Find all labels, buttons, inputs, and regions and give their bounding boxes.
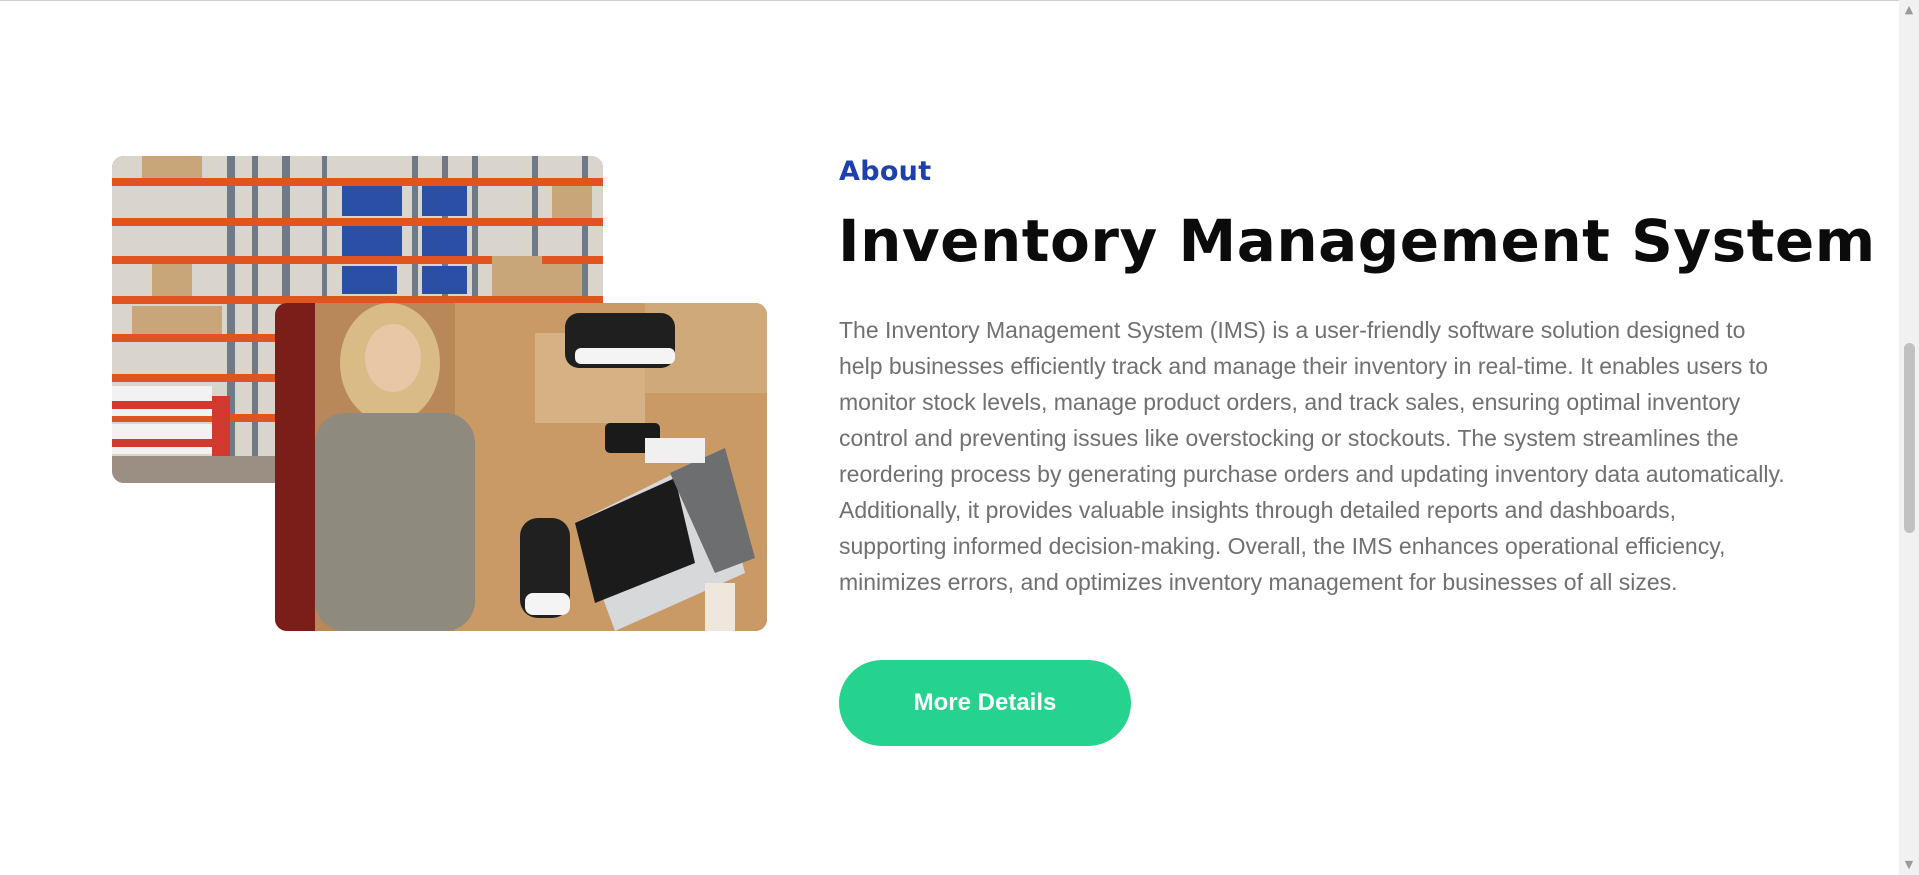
section-eyebrow: About (839, 156, 932, 187)
about-section: About Inventory Management System The In… (0, 0, 1899, 875)
arrow-down-icon[interactable]: ▼ (1899, 857, 1919, 873)
scrollbar-thumb[interactable] (1904, 343, 1915, 533)
vertical-scrollbar[interactable]: ▲ ▼ (1899, 0, 1919, 875)
packing-illustration (275, 303, 767, 631)
arrow-up-icon[interactable]: ▲ (1899, 2, 1919, 18)
about-description: The Inventory Management System (IMS) is… (839, 317, 1785, 595)
more-details-button[interactable]: More Details (839, 660, 1131, 746)
packing-order-image (275, 303, 767, 631)
page-title: Inventory Management System (838, 207, 1876, 275)
